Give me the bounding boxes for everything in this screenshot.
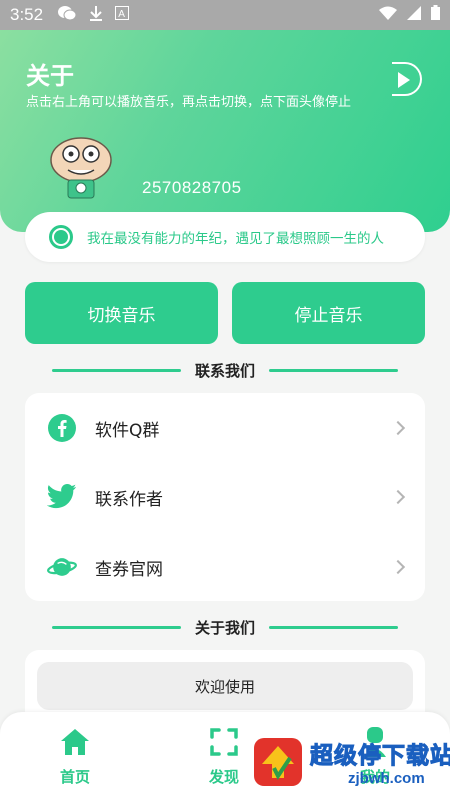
contact-heading: 联系我们: [52, 358, 399, 382]
planet-icon: [47, 552, 77, 582]
welcome-button[interactable]: 欢迎使用: [37, 662, 413, 710]
facebook-icon: [47, 413, 77, 443]
contact-list: 软件Q群 联系作者 查券官网: [25, 393, 425, 601]
divider: [52, 625, 181, 629]
list-item-label: 查券官网: [95, 559, 163, 580]
nav-label: 首页: [59, 768, 90, 786]
contact-heading-label: 联系我们: [195, 361, 256, 380]
divider: [269, 625, 399, 629]
list-item-label: 软件Q群: [95, 420, 160, 441]
quote-text: 我在最没有能力的年纪，遇见了最想照顾一生的人: [87, 231, 384, 247]
list-item-coupon-site[interactable]: 查券官网: [25, 537, 425, 597]
divider: [52, 368, 181, 372]
wechat-icon: [57, 5, 77, 26]
watermark-logo-icon: [250, 734, 306, 790]
list-item-qq-group[interactable]: 软件Q群: [25, 398, 425, 458]
home-icon: [40, 726, 110, 758]
status-time: 3:52: [10, 5, 44, 24]
user-id: 2570828705: [142, 178, 242, 197]
watermark-title: 超级停下载站: [310, 743, 450, 770]
list-item-contact-author[interactable]: 联系作者: [25, 467, 425, 527]
svg-text:A: A: [118, 9, 125, 20]
download-icon: [89, 5, 103, 26]
list-item-label: 联系作者: [95, 489, 163, 510]
nav-home[interactable]: 首页: [40, 726, 110, 787]
avatar[interactable]: [44, 130, 118, 202]
about-heading: 关于我们: [52, 615, 399, 639]
radio-dot-icon: [49, 225, 73, 249]
scan-icon: [189, 726, 259, 758]
watermark-url: zjbwh.com: [348, 770, 425, 787]
signal-icon: [407, 5, 421, 25]
chevron-right-icon: [390, 489, 406, 505]
quote-card: 我在最没有能力的年纪，遇见了最想照顾一生的人: [25, 212, 425, 262]
a-icon: A: [115, 5, 130, 25]
switch-music-button[interactable]: 切换音乐: [25, 282, 218, 344]
chevron-right-icon: [390, 559, 406, 575]
stop-music-button[interactable]: 停止音乐: [232, 282, 425, 344]
nav-discover[interactable]: 发现: [189, 726, 259, 787]
battery-icon: [431, 5, 440, 25]
chevron-right-icon: [390, 420, 406, 436]
twitter-icon: [47, 482, 77, 512]
watermark: 超级停下载站 zjbwh.com: [250, 728, 450, 792]
divider: [269, 368, 399, 372]
wifi-icon: [379, 6, 397, 25]
about-heading-label: 关于我们: [195, 618, 256, 637]
nav-label: 发现: [208, 768, 239, 786]
page-subtitle: 点击右上角可以播放音乐，再点击切换，点下面头像停止: [26, 95, 352, 110]
status-bar: 3:52 A: [0, 0, 450, 30]
page-title: 关于: [26, 62, 74, 90]
